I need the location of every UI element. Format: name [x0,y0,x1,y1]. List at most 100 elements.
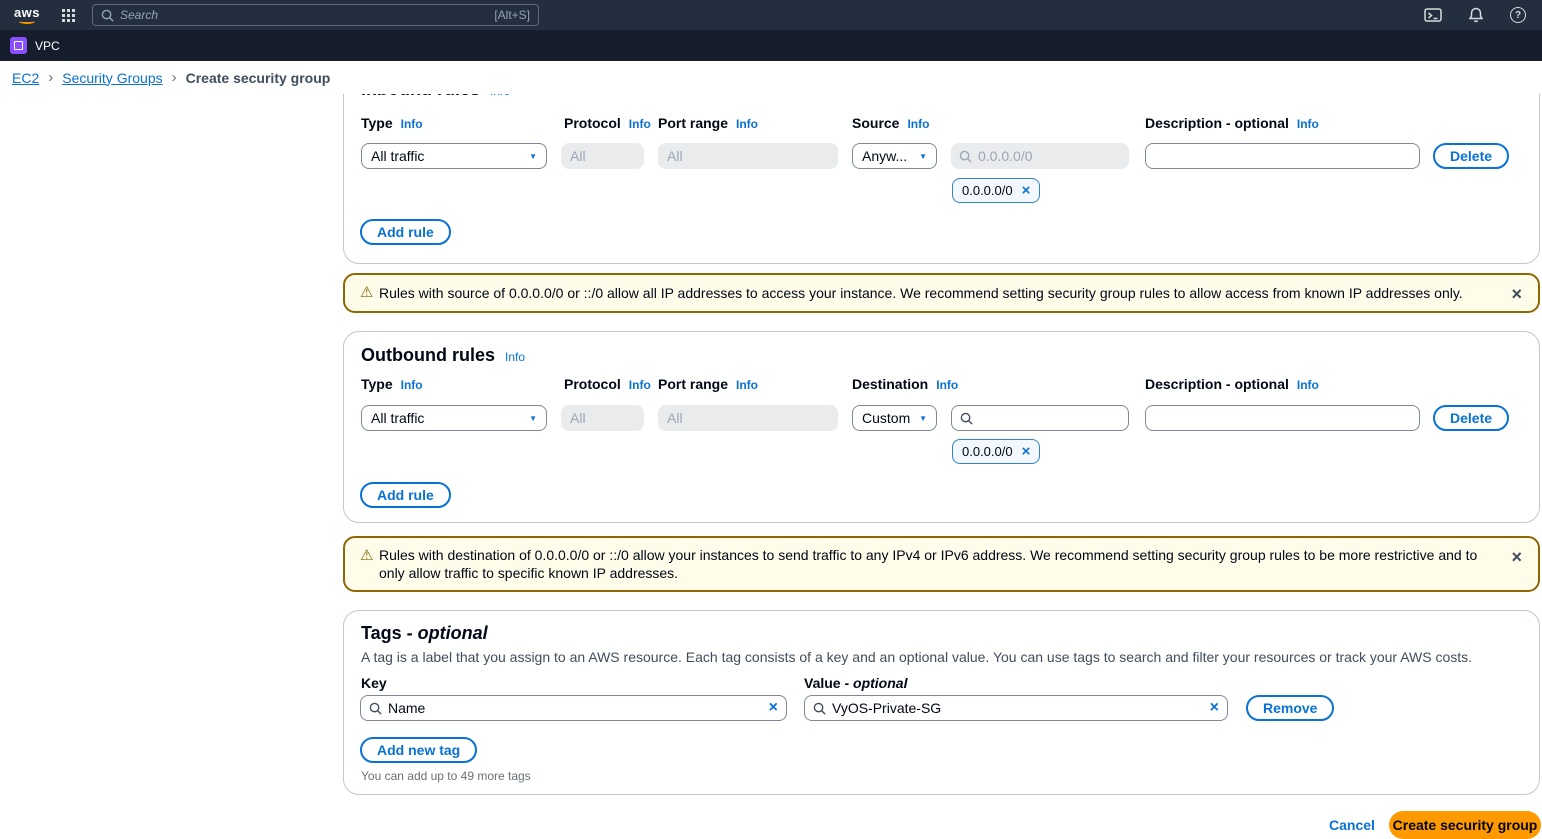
inbound-rules-section: Inbound rules Info TypeInfo ProtocolInfo… [343,76,1540,264]
source-info-link[interactable]: Info [907,117,929,131]
inbound-type-select[interactable]: All traffic ▼ [361,143,547,169]
search-icon [101,9,114,22]
global-search-input[interactable]: Search [Alt+S] [92,4,539,26]
help-icon[interactable]: ? [1510,7,1526,23]
outbound-port-range-label: Port range [658,376,729,392]
outbound-destination-search[interactable] [951,405,1129,431]
create-security-group-button[interactable]: Create security group [1389,811,1541,839]
cancel-button[interactable]: Cancel [1329,817,1375,833]
outbound-warning-text: Rules with destination of 0.0.0.0/0 or :… [379,547,1478,581]
aws-logo-text: aws [13,4,41,20]
outbound-delete-button[interactable]: Delete [1433,405,1510,431]
outbound-destination-label: Destination [852,376,929,392]
protocol-info-link[interactable]: Info [629,117,651,131]
close-icon[interactable]: × [1511,548,1522,566]
chevron-down-icon: ▼ [529,151,537,161]
tag-key-field[interactable] [388,700,763,716]
cloudshell-icon[interactable] [1424,7,1442,23]
outbound-info-link[interactable]: Info [505,350,525,364]
search-icon [960,412,973,425]
inbound-source-token: 0.0.0.0/0 × [952,178,1041,203]
tag-key-label: Key [361,675,387,691]
clear-input-icon[interactable]: × [769,700,778,716]
protocol-info-link[interactable]: Info [629,378,651,392]
chevron-down-icon: ▼ [919,413,927,423]
type-info-link[interactable]: Info [401,378,423,392]
description-info-link[interactable]: Info [1297,117,1319,131]
tags-section: Tags - optional A tag is a label that yo… [343,610,1540,795]
inbound-description-label: Description - optional [1145,115,1289,131]
inbound-source-cidr-input [978,148,1121,164]
outbound-add-rule-button[interactable]: Add rule [360,482,451,508]
outbound-port-range-input [658,405,838,431]
description-info-link[interactable]: Info [1297,378,1319,392]
warning-icon: ⚠ [360,547,374,564]
breadcrumb-ec2[interactable]: EC2 [12,70,39,86]
aws-logo[interactable]: aws [10,4,44,24]
outbound-description-label: Description - optional [1145,376,1289,392]
inbound-add-rule-button[interactable]: Add rule [360,219,451,245]
search-placeholder: Search [120,8,159,22]
notifications-bell-icon[interactable] [1468,7,1484,23]
tag-limit-note: You can add up to 49 more tags [361,769,531,783]
outbound-type-select[interactable]: All traffic ▼ [361,405,547,431]
outbound-protocol-label: Protocol [564,376,621,392]
top-navigation-bar: aws Search [Alt+S] ? [0,0,1542,30]
outbound-destination-token: 0.0.0.0/0 × [952,439,1041,464]
remove-token-icon[interactable]: × [1022,444,1031,459]
breadcrumb: EC2 › Security Groups › Create security … [0,61,1542,94]
inbound-protocol-label: Protocol [564,115,621,131]
remove-token-icon[interactable]: × [1022,183,1031,198]
inbound-port-range-label: Port range [658,115,729,131]
outbound-warning-alert: ⚠ Rules with destination of 0.0.0.0/0 or… [343,536,1540,592]
inbound-port-range-input [658,143,838,169]
chevron-down-icon: ▼ [919,151,927,161]
inbound-source-search [951,143,1129,169]
search-icon [813,702,826,715]
outbound-rules-section: Outbound rules Info Type Info Protocol Inf… [343,331,1540,523]
outbound-type-label: Type [361,376,393,392]
service-name[interactable]: VPC [35,39,60,53]
topbar-icons: ? [1424,0,1526,30]
search-icon [369,702,382,715]
outbound-destination-cidr-input[interactable] [979,410,1120,426]
inbound-source-label: Source [852,115,900,131]
vpc-service-icon[interactable] [10,37,27,54]
warning-icon: ⚠ [360,284,374,301]
outbound-protocol-input [561,405,644,431]
aws-logo-smile [19,19,35,24]
tag-key-input[interactable]: × [360,695,787,721]
destination-info-link[interactable]: Info [936,378,958,392]
inbound-warning-text: Rules with source of 0.0.0.0/0 or ::/0 a… [379,285,1463,301]
tags-description: A tag is a label that you assign to an A… [361,649,1473,665]
outbound-rules-title: Outbound rules [361,345,495,365]
search-icon [959,150,972,163]
breadcrumb-separator: › [48,69,54,86]
port-range-info-link[interactable]: Info [736,117,758,131]
chevron-down-icon: ▼ [529,413,537,423]
tag-value-field[interactable] [832,700,1204,716]
port-range-info-link[interactable]: Info [736,378,758,392]
inbound-protocol-input [561,143,644,169]
apps-grid-icon[interactable] [62,8,75,22]
tags-title: Tags - optional [361,623,488,643]
type-info-link[interactable]: Info [401,117,423,131]
tag-value-label: Value - optional [804,675,908,691]
breadcrumb-current-page: Create security group [185,69,331,86]
add-new-tag-button[interactable]: Add new tag [360,737,478,763]
inbound-description-input[interactable] [1145,143,1420,169]
clear-input-icon[interactable]: × [1210,700,1219,716]
service-bar: VPC [0,30,1542,61]
inbound-source-select[interactable]: Anyw... ▼ [852,143,937,169]
outbound-destination-select[interactable]: Custom ▼ [852,405,937,431]
breadcrumb-separator: › [171,69,177,86]
outbound-description-input[interactable] [1145,405,1420,431]
inbound-warning-alert: ⚠ Rules with source of 0.0.0.0/0 or ::/0… [343,273,1540,313]
breadcrumb-security-groups[interactable]: Security Groups [62,70,162,86]
inbound-type-label: Type [361,115,393,131]
search-shortcut-hint: [Alt+S] [494,8,530,22]
inbound-delete-button[interactable]: Delete [1433,143,1510,169]
remove-tag-button[interactable]: Remove [1246,695,1335,721]
tag-value-input[interactable]: × [804,695,1228,721]
close-icon[interactable]: × [1511,285,1522,303]
